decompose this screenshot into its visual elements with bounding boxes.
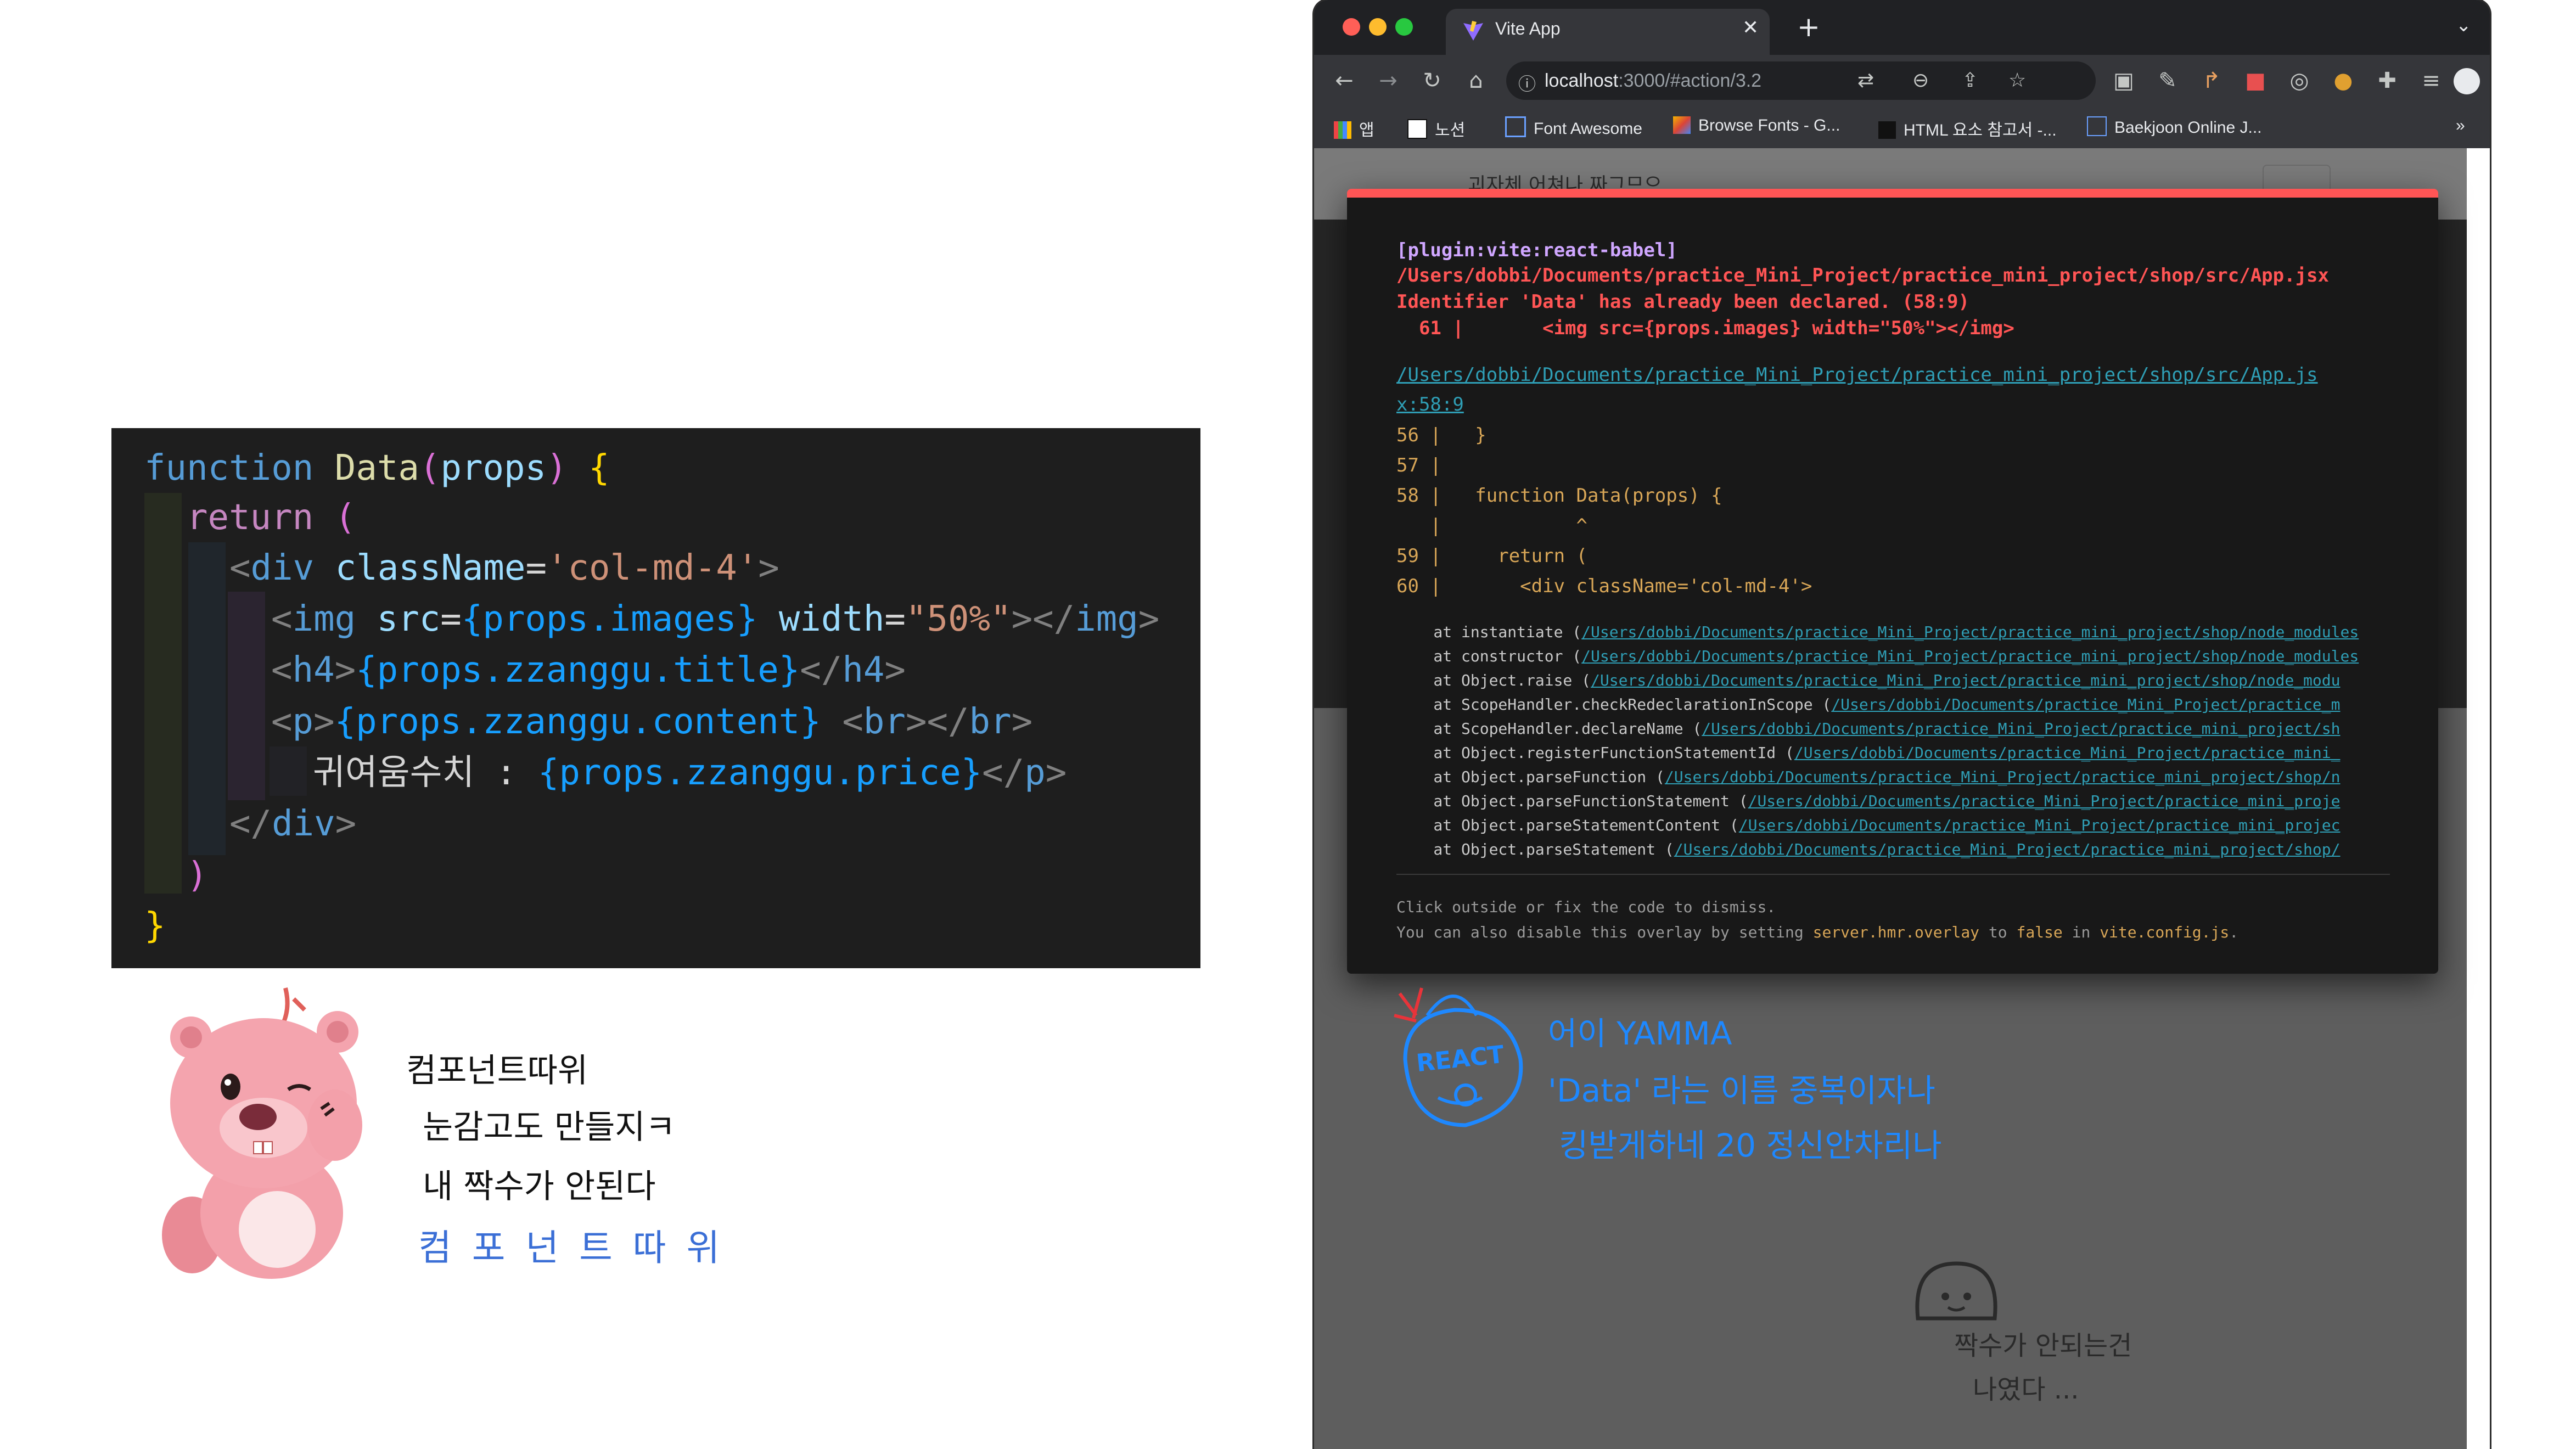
stack-frame-link[interactable]: /Users/dobbi/Documents/practice_Mini_Pro…	[1702, 720, 2340, 738]
close-window-button[interactable]	[1343, 18, 1360, 36]
notion-extension-icon[interactable]: ▣	[2110, 67, 2137, 94]
reload-icon[interactable]: ↻	[1418, 67, 1446, 94]
error-file-link-cont[interactable]: x:58:9	[1396, 390, 1464, 419]
stack-frame-link[interactable]: /Users/dobbi/Documents/practice_Mini_Pro…	[1665, 768, 2341, 786]
cookie-extension-icon[interactable]: ●	[2330, 67, 2357, 94]
dismiss-tip: Click outside or fix the code to dismiss…	[1396, 898, 1776, 916]
loopy-caption-3: 내 짝수가 안된다	[423, 1167, 656, 1206]
indent-guide	[270, 746, 307, 796]
code-frame-line: 59 | return (	[1396, 545, 1587, 567]
error-file-path: /Users/dobbi/Documents/practice_Mini_Pro…	[1396, 265, 2329, 287]
ghost-comment-2: 나였다 ...	[1973, 1374, 2079, 1405]
disable-overlay-tip: You can also disable this overlay by set…	[1396, 923, 2239, 941]
stack-frame: at Object.parseStatement (/Users/dobbi/D…	[1396, 840, 2341, 858]
share-icon[interactable]: ⇪	[1962, 69, 1978, 92]
stack-frame: at ScopeHandler.checkRedeclarationInScop…	[1396, 695, 2341, 714]
translate-icon[interactable]: ⇄	[1857, 69, 1874, 92]
stack-frame: at ScopeHandler.declareName (/Users/dobb…	[1396, 720, 2341, 738]
zoom-icon[interactable]: ⊖	[1912, 69, 1929, 92]
stack-frame-link[interactable]: /Users/dobbi/Documents/practice_Mini_Pro…	[1581, 623, 2359, 641]
pen-extension-icon[interactable]: ✎	[2154, 67, 2181, 94]
code-frame-line: 57 |	[1396, 454, 1441, 476]
more-bookmarks-icon[interactable]: »	[2456, 116, 2465, 135]
site-info-icon[interactable]: ⓘ	[1518, 70, 1536, 96]
bookmark-star-icon[interactable]: ☆	[2008, 69, 2026, 92]
stack-frame: at Object.parseFunctionStatement (/Users…	[1396, 792, 2341, 810]
stack-frame-link[interactable]: /Users/dobbi/Documents/practice_Mini_Pro…	[1748, 792, 2341, 810]
error-message: Identifier 'Data' has already been decla…	[1396, 291, 1969, 313]
address-bar[interactable]: ⓘ localhost:3000/#action/3.2 ⇄ ⊖ ⇪ ☆	[1506, 61, 2096, 100]
extension-circle-icon[interactable]: ◎	[2286, 67, 2313, 94]
stack-frame-link[interactable]: /Users/dobbi/Documents/practice_Mini_Pro…	[1591, 671, 2340, 689]
google-fonts-icon	[1673, 116, 1691, 134]
code-icon	[2087, 116, 2107, 136]
loopy-caption-blue: 컴 포 넌 트 따 위	[418, 1227, 725, 1269]
bookmarks-bar: 앱 노션 Font Awesome Browse Fonts - G... HT…	[1314, 108, 2490, 149]
forward-icon[interactable]: →	[1374, 67, 1402, 94]
bookmark-apps[interactable]: 앱	[1334, 116, 1374, 141]
bookmark-browse-fonts[interactable]: Browse Fonts - G...	[1673, 116, 1840, 135]
reading-list-icon[interactable]: ≡	[2417, 67, 2445, 94]
loopy-caption-2: 눈감고도 만들지ㅋ	[423, 1108, 676, 1147]
error-file-link[interactable]: /Users/dobbi/Documents/practice_Mini_Pro…	[1396, 360, 2318, 390]
stack-frame-link[interactable]: /Users/dobbi/Documents/practice_Mini_Pro…	[1581, 647, 2359, 665]
stack-frame-link[interactable]: /Users/dobbi/Documents/practice_Mini_Pro…	[1739, 816, 2341, 834]
zoom-window-button[interactable]	[1395, 18, 1413, 36]
tab-vite-app[interactable]: Vite App ✕	[1446, 9, 1770, 55]
overlay-divider	[1396, 874, 2390, 875]
notion-icon	[1407, 119, 1427, 139]
stack-frame: at constructor (/Users/dobbi/Documents/p…	[1396, 647, 2359, 665]
bookmark-notion[interactable]: 노션	[1407, 116, 1465, 141]
code-frame-line: 58 | function Data(props) {	[1396, 485, 1722, 507]
url-path: :3000/#action/3.2	[1618, 70, 1762, 91]
stack-frame-link[interactable]: /Users/dobbi/Documents/practice_Mini_Pro…	[1831, 695, 2340, 714]
stack-frame-link[interactable]: /Users/dobbi/Documents/practice_Mini_Pro…	[1674, 840, 2341, 858]
minimize-window-button[interactable]	[1369, 18, 1387, 36]
browser-window: Vite App ✕ + ⌄ ← → ↻ ⌂ ⓘ localhost:3000/…	[1314, 0, 2490, 1449]
bookmark-html-reference[interactable]: HTML 요소 참고서 -...	[1878, 116, 2057, 141]
code-frame-line: | ^	[1396, 515, 1587, 537]
error-snippet: 61 | <img src={props.images} width="50%"…	[1396, 317, 2014, 339]
flag-icon	[1505, 116, 1526, 137]
stack-frame: at Object.raise (/Users/dobbi/Documents/…	[1396, 671, 2341, 689]
code-frame-line: 56 | }	[1396, 424, 1486, 446]
new-tab-button[interactable]: +	[1797, 11, 1820, 43]
indent-guide	[144, 493, 182, 894]
ghost-comment-1: 짝수가 안되는건	[1954, 1330, 2132, 1361]
extension-red-icon[interactable]: ■	[2242, 67, 2269, 94]
apps-grid-icon	[1334, 121, 1351, 139]
loopy-caption-1: 컴포넌트따위	[406, 1052, 588, 1090]
browser-toolbar: ← → ↻ ⌂ ⓘ localhost:3000/#action/3.2 ⇄ ⊖…	[1314, 55, 2490, 108]
react-comment-3: 킹받게하네 20 정신안차리나	[1559, 1127, 1942, 1164]
bookmark-baekjoon[interactable]: Baekjoon Online J...	[2087, 116, 2262, 137]
tab-search-icon[interactable]: ⌄	[2456, 14, 2472, 36]
ghost-doodle-icon	[1915, 1261, 1997, 1321]
stack-frame: at instantiate (/Users/dobbi/Documents/p…	[1396, 623, 2359, 641]
code-frame-line: 60 | <div className='col-md-4'>	[1396, 575, 1812, 597]
vite-error-overlay[interactable]: [plugin:vite:react-babel] /Users/dobbi/D…	[1347, 189, 2438, 974]
indent-guide	[188, 542, 226, 855]
react-comment-2: 'Data' 라는 이름 중복이자나	[1548, 1072, 1935, 1109]
stack-frame: at Object.parseStatementContent (/Users/…	[1396, 816, 2341, 834]
stack-frame-link[interactable]: /Users/dobbi/Documents/practice_Mini_Pro…	[1794, 744, 2341, 762]
stack-frame: at Object.parseFunction (/Users/dobbi/Do…	[1396, 768, 2341, 786]
stack-frame: at Object.registerFunctionStatementId (/…	[1396, 744, 2341, 762]
browser-titlebar: Vite App ✕ + ⌄	[1314, 0, 2490, 55]
tab-title: Vite App	[1495, 19, 1561, 38]
extensions-puzzle-icon[interactable]: ✚	[2373, 67, 2401, 94]
loopy-beaver-sticker	[162, 987, 362, 1279]
profile-avatar[interactable]	[2454, 68, 2480, 94]
pin-extension-icon[interactable]: ↱	[2198, 67, 2225, 94]
indent-guide	[228, 592, 265, 800]
page-scrollbar[interactable]	[2467, 148, 2490, 1449]
plugin-name: [plugin:vite:react-babel]	[1396, 239, 1677, 261]
home-icon[interactable]: ⌂	[1462, 67, 1490, 94]
back-icon[interactable]: ←	[1331, 67, 1358, 94]
vite-logo-icon	[1463, 21, 1483, 41]
url-host: localhost	[1545, 70, 1619, 91]
mdn-icon	[1878, 121, 1896, 139]
close-tab-icon[interactable]: ✕	[1742, 16, 1759, 39]
bookmark-font-awesome[interactable]: Font Awesome	[1505, 116, 1642, 138]
react-comment-1: 어이 YAMMA	[1548, 1015, 1732, 1052]
